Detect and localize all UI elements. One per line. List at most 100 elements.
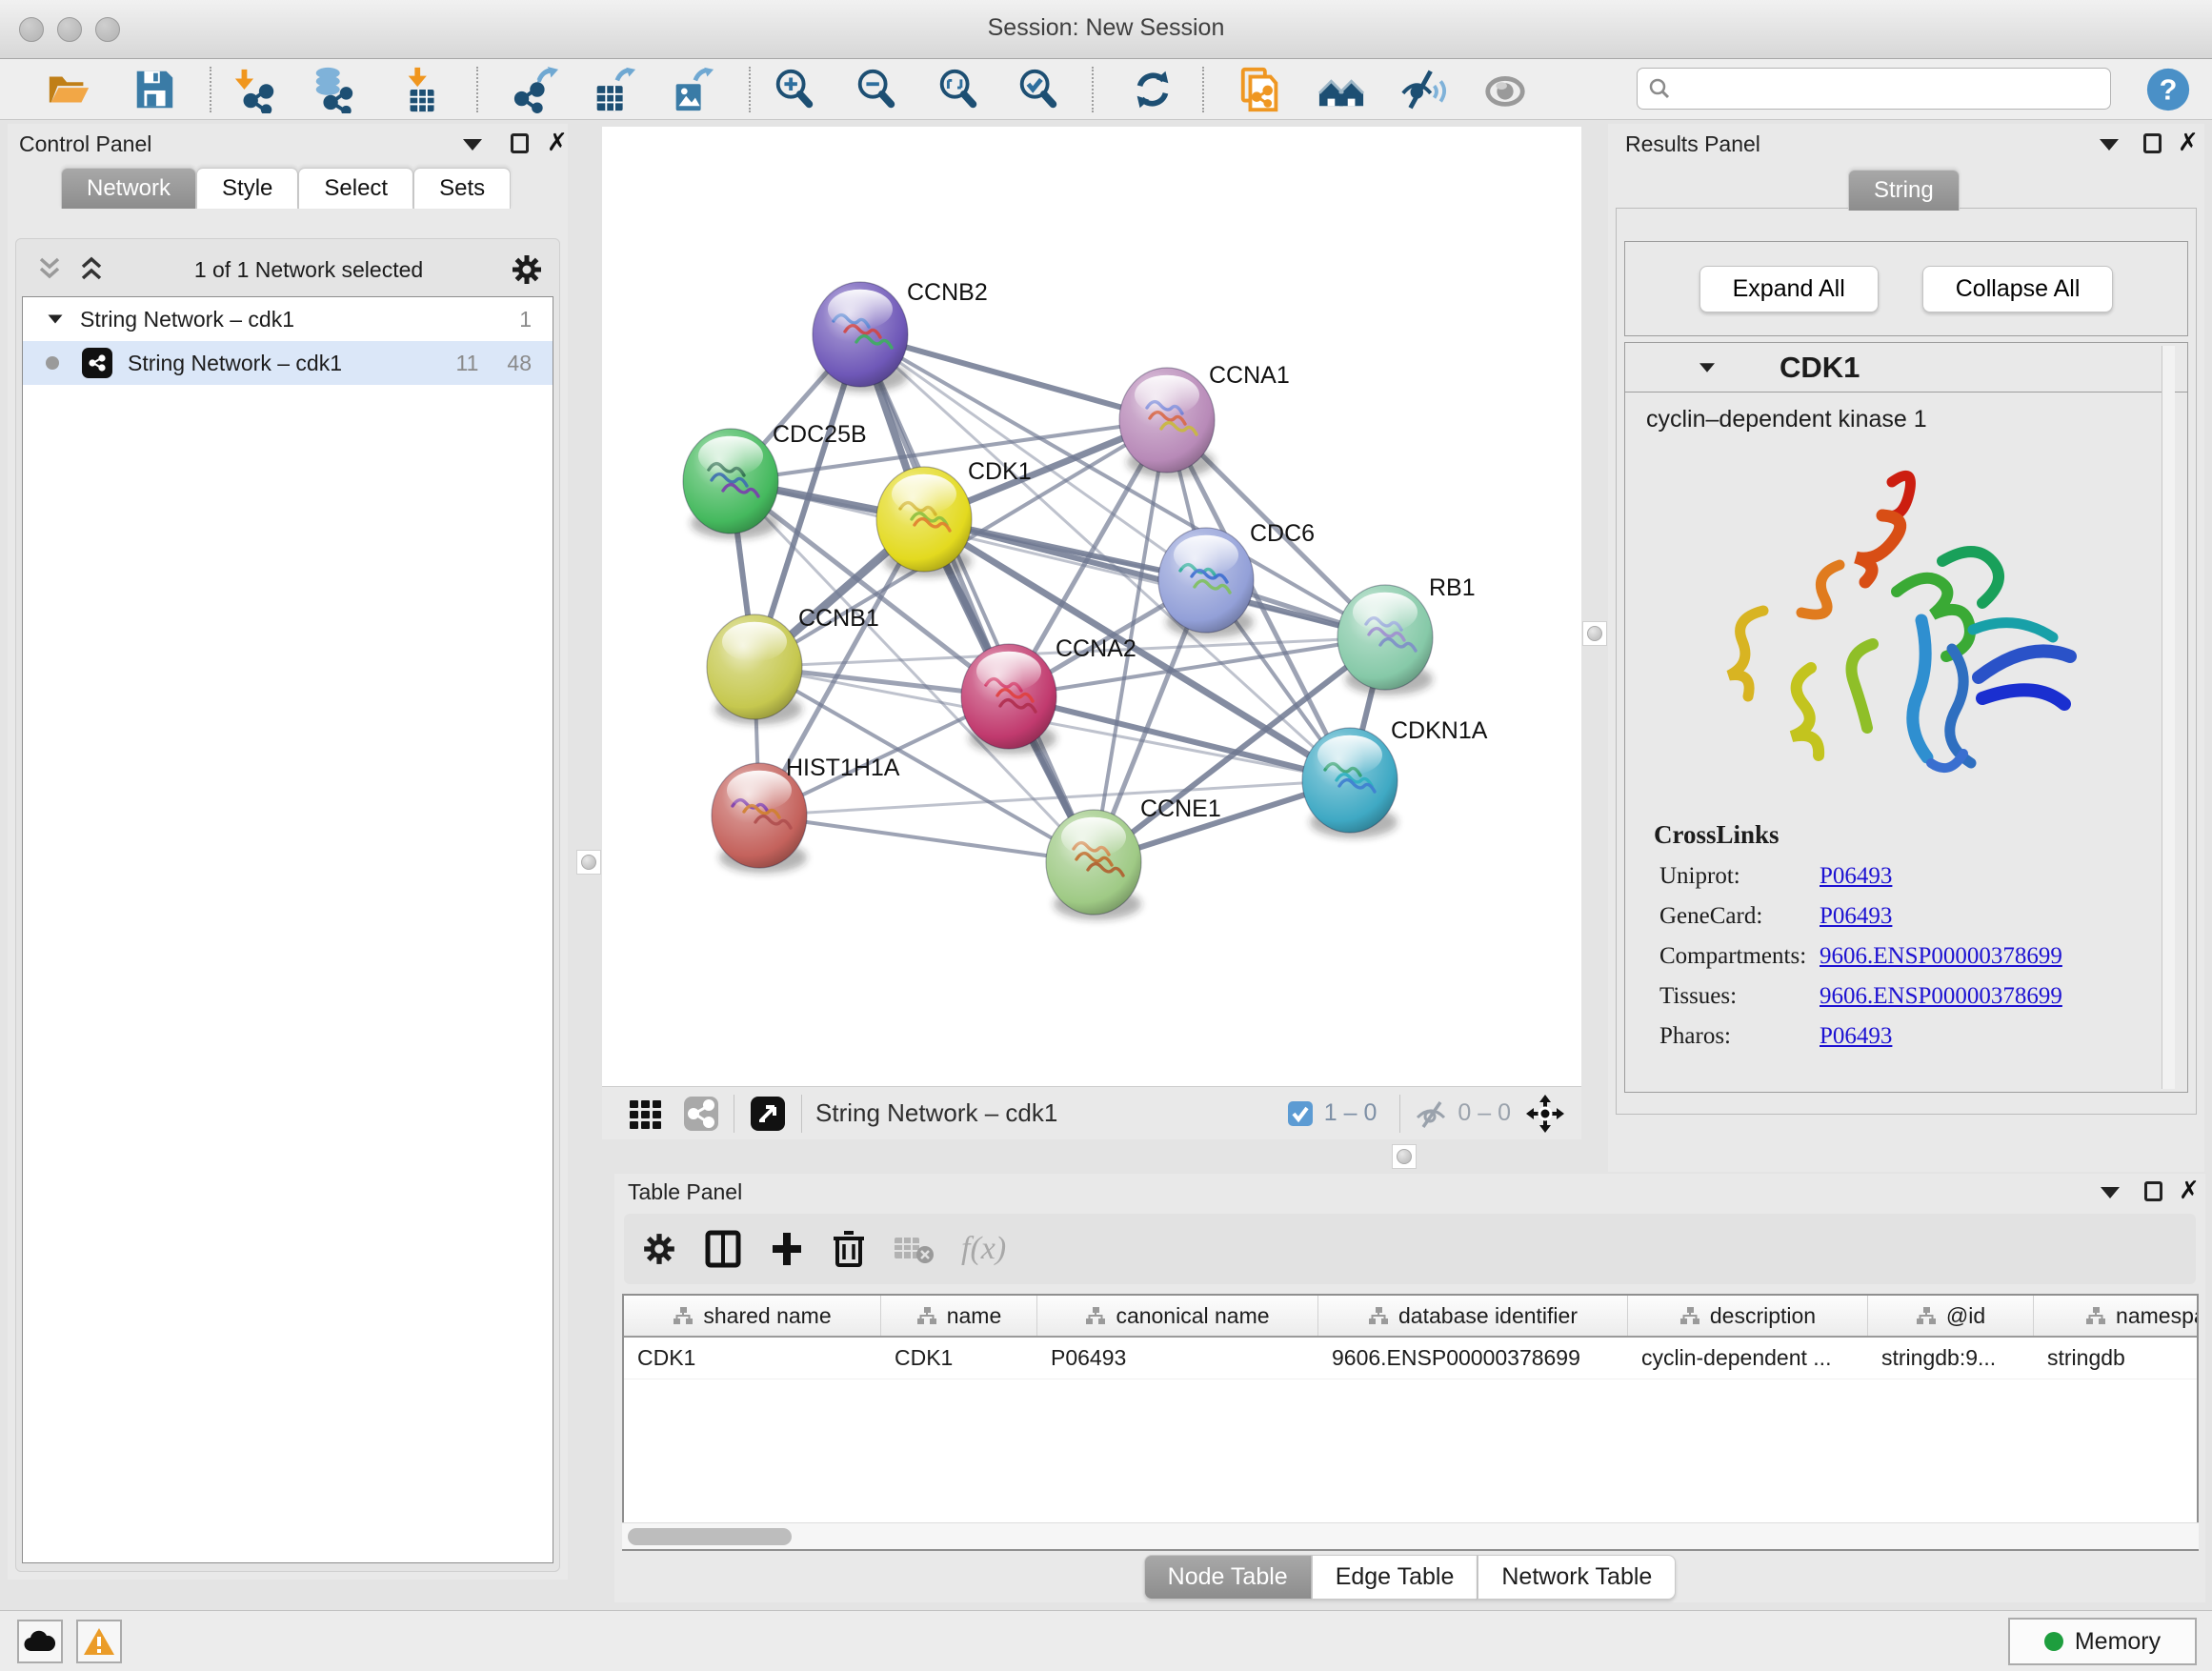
table-cell[interactable]: stringdb [2034,1338,2199,1379]
hide-selected-button[interactable] [1397,63,1450,116]
selected-checkbox-icon[interactable] [1286,1099,1315,1128]
float-panel-icon[interactable] [2100,139,2119,151]
column-header-name[interactable]: name [881,1296,1037,1336]
node-CCNE1[interactable] [1046,810,1141,920]
import-table-button[interactable] [396,63,450,116]
refresh-view-button[interactable] [1126,63,1179,116]
edge-count: 48 [507,351,532,376]
zoom-in-icon [771,66,818,113]
table-cell[interactable]: CDK1 [624,1338,881,1379]
hidden-eye-slash-icon[interactable] [1414,1098,1450,1129]
fit-selected-crosshair-icon[interactable] [1524,1093,1566,1135]
float-panel-icon[interactable] [2101,1187,2120,1198]
gear-icon[interactable] [641,1231,677,1267]
crosslink-row: GeneCard:P06493 [1659,903,2187,930]
network-collection-row[interactable]: String Network – cdk1 1 [23,297,553,341]
table-cell[interactable]: P06493 [1037,1338,1318,1379]
export-image-button[interactable] [665,63,718,116]
save-session-button[interactable] [128,63,181,116]
table-horizontal-scrollbar[interactable] [622,1522,2199,1549]
column-header-sharedname[interactable]: shared name [624,1296,881,1336]
expand-all-icon[interactable] [75,255,108,284]
table-row[interactable]: CDK1CDK1P064939606.ENSP00000378699cyclin… [624,1338,2197,1379]
node-CDK1[interactable] [876,467,972,577]
string-network-graph[interactable]: CCNB2CCNA1CDC25BCDK1CDC6RB1CCNB1CCNA2CDK… [602,127,1581,1086]
string-style-icon[interactable] [682,1095,720,1133]
column-header-namespace[interactable]: namespace [2034,1296,2199,1336]
collapse-all-icon[interactable] [33,255,66,284]
zoom-in-button[interactable] [768,63,821,116]
zoom-selected-button[interactable] [1012,63,1065,116]
section-expander-icon[interactable] [1699,363,1715,372]
tab-select[interactable]: Select [298,168,413,209]
add-column-icon[interactable] [769,1229,805,1269]
node-CDC25B[interactable] [683,429,778,539]
column-header-description[interactable]: description [1628,1296,1868,1336]
column-header-canonicalname[interactable]: canonical name [1037,1296,1318,1336]
node-CCNB1[interactable] [707,614,802,725]
collection-expander-icon[interactable] [49,315,63,324]
crosslink-link[interactable]: P06493 [1820,903,1892,930]
maximize-panel-icon[interactable] [2144,1181,2162,1201]
node-RB1[interactable] [1337,585,1433,695]
expand-all-button[interactable]: Expand All [1699,266,1879,312]
node-details-header[interactable]: CDK1 [1625,343,2187,393]
crosslink-link[interactable]: P06493 [1820,1023,1892,1050]
warnings-button[interactable] [76,1620,122,1663]
share-document-button[interactable] [1235,63,1288,116]
home-pages-button[interactable] [1315,63,1368,116]
export-network-button[interactable] [509,63,562,116]
show-all-button[interactable] [1478,63,1532,116]
table-cell[interactable]: cyclin-dependent ... [1628,1338,1868,1379]
network-row[interactable]: String Network – cdk1 11 48 [23,341,553,385]
tab-network[interactable]: Network [61,168,196,209]
node-CCNA1[interactable] [1119,368,1215,478]
tab-network-table[interactable]: Network Table [1478,1555,1676,1600]
show-columns-icon[interactable] [704,1229,742,1269]
cloud-status-button[interactable] [17,1620,63,1663]
delete-column-icon[interactable] [832,1229,866,1269]
export-table-button[interactable] [587,63,640,116]
scrollbar-thumb[interactable] [628,1528,792,1545]
float-panel-icon[interactable] [463,139,482,151]
table-cell[interactable]: 9606.ENSP00000378699 [1318,1338,1628,1379]
help-button[interactable]: ? [2142,63,2195,116]
close-panel-icon[interactable]: ✗ [2179,1179,2200,1200]
column-header-id[interactable]: @id [1868,1296,2034,1336]
open-session-button[interactable] [42,63,95,116]
gear-icon[interactable] [510,252,544,287]
crosslink-link[interactable]: P06493 [1820,863,1892,890]
crosslink-link[interactable]: 9606.ENSP00000378699 [1820,983,2062,1010]
maximize-panel-icon[interactable] [511,133,529,153]
zoom-out-button[interactable] [850,63,903,116]
zoom-fit-button[interactable] [932,63,985,116]
bottom-splitter-handle[interactable] [1392,1144,1417,1169]
table-cell[interactable]: stringdb:9... [1868,1338,2034,1379]
maximize-panel-icon[interactable] [2143,133,2162,153]
node-CDC6[interactable] [1158,528,1254,638]
node-CCNB2[interactable] [813,282,908,393]
column-header-databaseidentifier[interactable]: database identifier [1318,1296,1628,1336]
tab-string[interactable]: String [1848,170,1960,211]
network-view-canvas[interactable]: CCNB2CCNA1CDC25BCDK1CDC6RB1CCNB1CCNA2CDK… [602,127,1581,1086]
left-splitter-handle[interactable] [576,850,601,875]
close-panel-icon[interactable]: ✗ [2178,131,2199,152]
tab-edge-table[interactable]: Edge Table [1312,1555,1478,1600]
import-network-from-database-button[interactable] [307,63,360,116]
results-scrollbar[interactable] [2162,346,2175,1089]
node-CDKN1A[interactable] [1302,728,1398,838]
right-splitter-handle[interactable] [1582,621,1607,646]
node-CCNA2[interactable] [961,644,1056,755]
import-network-button[interactable] [229,63,282,116]
search-input[interactable] [1672,76,2081,101]
table-cell[interactable]: CDK1 [881,1338,1037,1379]
tab-style[interactable]: Style [196,168,298,209]
birdseye-view-icon[interactable] [748,1094,788,1134]
crosslink-link[interactable]: 9606.ENSP00000378699 [1820,943,2062,970]
collapse-all-button[interactable]: Collapse All [1922,266,2114,312]
grid-view-icon[interactable] [627,1095,665,1133]
tab-sets[interactable]: Sets [413,168,511,209]
close-panel-icon[interactable]: ✗ [547,131,568,152]
tab-node-table[interactable]: Node Table [1144,1555,1312,1600]
memory-button[interactable]: Memory [2008,1618,2197,1665]
